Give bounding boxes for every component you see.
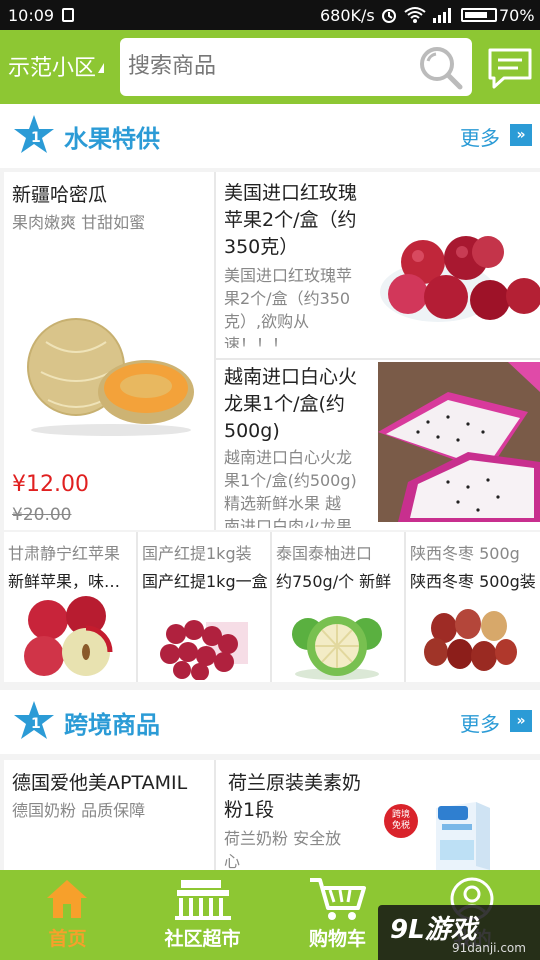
search-box[interactable] bbox=[120, 38, 472, 96]
tab-label: 首页 bbox=[48, 928, 87, 950]
dragonfruit-image bbox=[378, 362, 540, 522]
product-desc-line: 克）,欲购从 bbox=[224, 312, 310, 331]
product-title: 新疆哈密瓜 bbox=[12, 184, 108, 206]
product-title-line: 荷兰原装美素奶 bbox=[228, 772, 362, 794]
product-title-line: 500g) bbox=[224, 420, 280, 442]
message-icon[interactable] bbox=[486, 46, 534, 90]
product-title: 德国爱他美APTAMIL bbox=[12, 772, 188, 794]
mini-product-desc: 国产红提1kg一盒 bbox=[142, 572, 268, 591]
mini-product-card[interactable]: 甘肃静宁红苹果 新鲜苹果，味道甜 bbox=[4, 532, 138, 682]
pomelo-image bbox=[292, 616, 382, 680]
milk-powder-box-image bbox=[436, 802, 490, 870]
product-title-line: 龙果1个/盒(约 bbox=[224, 393, 345, 415]
product-title-line: 苹果2个/盒（约 bbox=[224, 209, 357, 231]
star-icon: 1 bbox=[14, 115, 54, 153]
product-price: ¥12.00 bbox=[12, 472, 89, 497]
mini-product-card[interactable]: 陕西冬枣 500g 陕西冬枣 500g装 bbox=[406, 532, 540, 682]
star-icon: 1 bbox=[14, 701, 54, 739]
product-desc-line: 精选新鲜水果 越 bbox=[224, 494, 342, 513]
community-name: 示范小区 bbox=[8, 56, 97, 81]
status-icons bbox=[380, 6, 454, 24]
product-title-line: 350克） bbox=[224, 236, 299, 258]
product-title-line: 越南进口白心火 bbox=[224, 366, 358, 388]
product-desc-line: 果2个/盒（约350 bbox=[224, 289, 351, 308]
product-title-line: 粉1段 bbox=[224, 799, 275, 821]
duty-free-badge: 跨境 免税 bbox=[384, 804, 418, 838]
mini-product-desc: 新鲜苹果，味道甜 bbox=[8, 572, 134, 591]
home-icon bbox=[47, 880, 87, 918]
community-selector[interactable]: 示范小区 bbox=[8, 50, 105, 82]
fruit-section-header: 1 水果特供 更多 » bbox=[0, 104, 540, 168]
divider bbox=[214, 760, 216, 870]
mini-product-name: 陕西冬枣 500g bbox=[410, 544, 520, 563]
badge-line: 免税 bbox=[391, 821, 410, 831]
fruit-more-link[interactable]: 更多 bbox=[460, 122, 500, 151]
melon-image bbox=[27, 318, 194, 436]
tab-label: 社区超市 bbox=[164, 928, 241, 950]
mini-product-name: 国产红提1kg装 bbox=[142, 544, 252, 563]
mini-product-desc: 约750g/个 新鲜 bbox=[276, 572, 392, 591]
cross-border-section-title: 跨境商品 bbox=[64, 711, 160, 739]
cart-icon bbox=[310, 878, 366, 920]
tab-community-store[interactable]: 社区超市 bbox=[135, 870, 270, 960]
store-icon bbox=[175, 880, 231, 920]
wifi-icon bbox=[404, 7, 426, 23]
mini-product-desc: 陕西冬枣 500g装 bbox=[410, 572, 536, 591]
product-desc-line: 速！！！ bbox=[224, 335, 289, 348]
svg-text:1: 1 bbox=[31, 716, 41, 732]
search-icon[interactable] bbox=[416, 43, 466, 91]
product-desc-line: 美国进口红玫瑰苹 bbox=[224, 266, 353, 285]
mini-product-name: 甘肃静宁红苹果 bbox=[8, 544, 121, 563]
badge-line: 跨境 bbox=[391, 810, 410, 820]
product-subtitle: 德国奶粉 品质保障 bbox=[12, 801, 146, 820]
apple-image bbox=[24, 596, 113, 676]
svg-text:1: 1 bbox=[31, 130, 41, 146]
divider bbox=[216, 358, 540, 360]
mini-product-name: 泰国泰柚进口 bbox=[276, 544, 373, 563]
network-speed: 680K/s bbox=[320, 6, 375, 25]
product-desc-line: 荷兰奶粉 安全放 bbox=[224, 829, 342, 848]
product-title-line: 美国进口红玫瑰 bbox=[224, 182, 358, 204]
product-desc-line: 心 bbox=[224, 852, 241, 869]
watermark-logo: 9L游戏 91danji.com bbox=[378, 905, 540, 960]
product-desc-line: 南进口白肉火龙果 bbox=[224, 517, 353, 528]
more-arrow-icon[interactable]: » bbox=[510, 124, 532, 146]
tab-home[interactable]: 首页 bbox=[0, 870, 135, 960]
apple-image bbox=[380, 236, 540, 322]
sim-icon bbox=[62, 8, 74, 22]
product-subtitle: 果肉嫩爽 甘甜如蜜 bbox=[12, 213, 146, 232]
mini-product-card[interactable]: 泰国泰柚进口 约750g/个 新鲜 bbox=[272, 532, 406, 682]
alarm-icon bbox=[382, 9, 396, 23]
dropdown-triangle-icon bbox=[98, 63, 105, 73]
product-old-price: ¥20.00 bbox=[12, 505, 72, 525]
product-desc-line: 果1个/盒(约500g) bbox=[224, 471, 357, 490]
signal-icon bbox=[433, 8, 451, 23]
top-bar: 示范小区 bbox=[0, 30, 540, 104]
search-input[interactable] bbox=[128, 50, 408, 82]
divider bbox=[136, 532, 138, 682]
jujube-image bbox=[424, 609, 517, 671]
battery-percent: 70% bbox=[499, 6, 535, 25]
cross-border-more-link[interactable]: 更多 bbox=[460, 708, 500, 737]
divider bbox=[404, 532, 406, 682]
status-time: 10:09 bbox=[8, 6, 55, 25]
divider bbox=[270, 532, 272, 682]
battery-icon bbox=[461, 8, 497, 22]
grape-image bbox=[160, 620, 248, 680]
mini-product-card[interactable]: 国产红提1kg装 国产红提1kg一盒 bbox=[138, 532, 272, 682]
watermark-url: 91danji.com bbox=[452, 941, 526, 955]
product-desc-line: 越南进口白心火龙 bbox=[224, 448, 353, 467]
cross-border-section-header: 1 跨境商品 更多 » bbox=[0, 690, 540, 754]
fruit-section-title: 水果特供 bbox=[64, 125, 160, 153]
more-arrow-icon[interactable]: » bbox=[510, 710, 532, 732]
divider bbox=[214, 172, 216, 530]
status-bar: 10:09 680K/s 70% bbox=[0, 0, 540, 30]
